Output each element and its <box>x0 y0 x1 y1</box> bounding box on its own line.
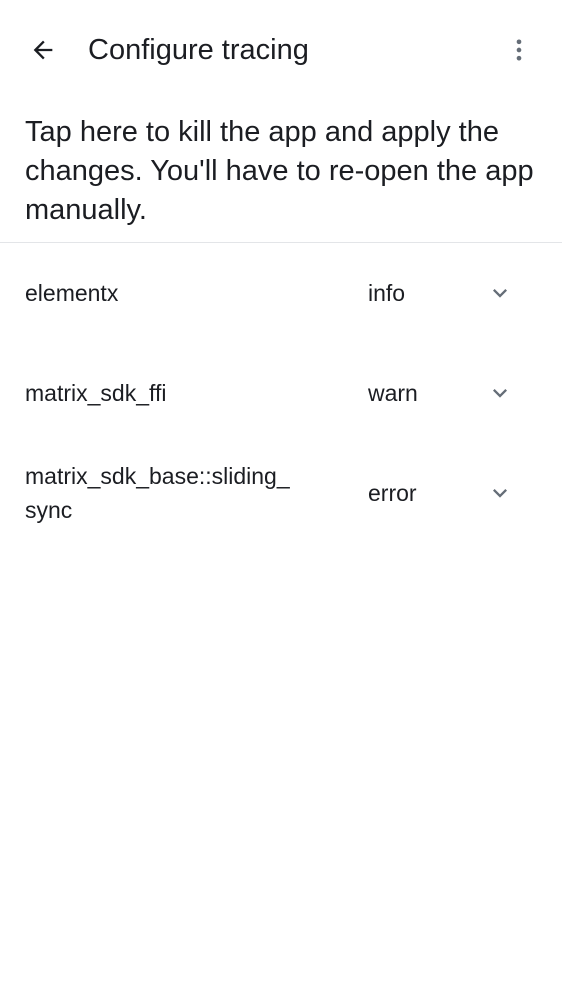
tracing-row: matrix_sdk_ffi warn <box>0 343 562 443</box>
tracing-row: matrix_sdk_base::sliding_ sync error <box>0 443 562 543</box>
level-select[interactable]: info <box>368 276 405 310</box>
target-name: matrix_sdk_ffi <box>25 380 167 406</box>
arrow-left-icon <box>33 40 53 60</box>
level-dropdown-button[interactable] <box>484 477 516 509</box>
back-button[interactable] <box>18 25 68 75</box>
target-name: matrix_sdk_base::sliding_ sync <box>25 463 290 523</box>
more-options-button[interactable] <box>494 25 544 75</box>
level-dropdown-button[interactable] <box>484 277 516 309</box>
chevron-down-icon <box>493 389 507 398</box>
top-app-bar: Configure tracing <box>0 0 562 100</box>
level-select[interactable]: error <box>368 476 417 510</box>
level-select[interactable]: warn <box>368 376 418 410</box>
tracing-row: elementx info <box>0 243 562 343</box>
more-vertical-icon <box>516 39 522 61</box>
chevron-down-icon <box>493 289 507 298</box>
chevron-down-icon <box>493 489 507 498</box>
level-dropdown-button[interactable] <box>484 377 516 409</box>
apply-changes-banner[interactable]: Tap here to kill the app and apply the c… <box>25 113 545 230</box>
page-title: Configure tracing <box>88 34 309 66</box>
target-name: elementx <box>25 280 119 306</box>
